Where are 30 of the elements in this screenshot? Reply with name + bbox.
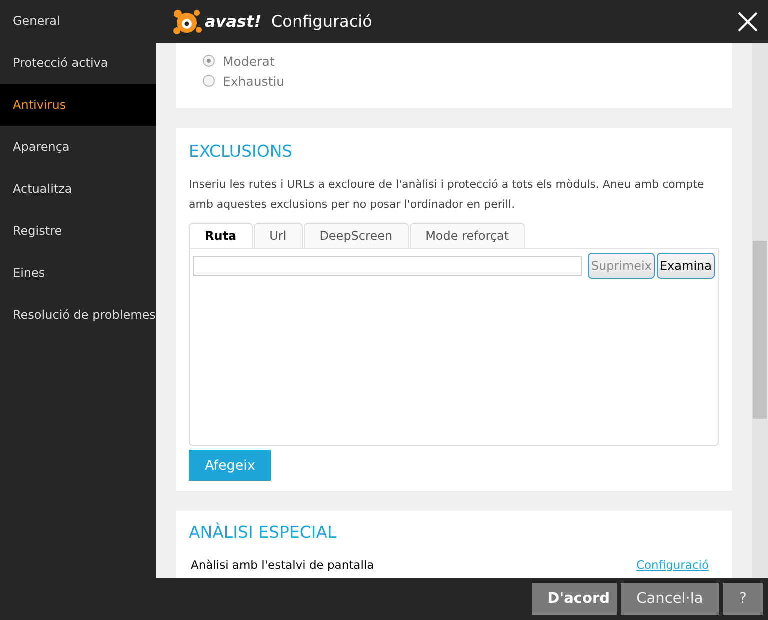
setting-label: Anàlisi amb l'estalvi de pantalla <box>191 558 374 572</box>
radio-button[interactable] <box>203 55 215 67</box>
description-text: Inseriu les rutes i URLs a excloure de l'anàlisi i protecció a tots els mòduls. Aneu amb compte amb aquestes exclusions per no posar l'ordinador en perill. <box>189 177 706 213</box>
scrollbar[interactable] <box>752 43 768 578</box>
logo-icon <box>173 8 203 34</box>
radio-button[interactable] <box>203 75 215 87</box>
section-heading: EXCLUSIONS <box>189 142 294 161</box>
sidebar-item[interactable]: General <box>0 0 156 42</box>
sidebar-item[interactable]: Eines <box>0 252 156 294</box>
radio-label: Exhaustiu <box>223 74 285 88</box>
sidebar-item[interactable]: Protecció activa <box>0 42 156 84</box>
section-heading: ANÀLISI ESPECIAL <box>189 523 338 542</box>
tab[interactable]: DeepScreen <box>304 223 409 248</box>
sidebar-item[interactable]: Registre <box>0 210 156 252</box>
row-button[interactable]: Examina <box>656 253 715 279</box>
radio-label: Moderat <box>223 54 275 68</box>
logo-text: avast! <box>205 12 262 31</box>
sidebar-item[interactable]: Actualitza <box>0 168 156 210</box>
window-title: Configuració <box>272 12 374 31</box>
sidebar-item[interactable]: Antivirus <box>0 84 156 126</box>
tab[interactable]: Mode reforçat <box>410 223 526 248</box>
tab[interactable]: Ruta <box>189 223 253 248</box>
footer-button[interactable]: ? <box>723 583 763 615</box>
tab[interactable]: Url <box>254 223 303 248</box>
sidebar-item[interactable]: Aparença <box>0 126 156 168</box>
path-field[interactable] <box>193 256 582 276</box>
close-icon[interactable] <box>738 12 758 32</box>
sidebar-item[interactable]: Resolució de problemes <box>0 294 156 336</box>
footer-button[interactable]: D'acord <box>532 583 617 615</box>
footer-button[interactable]: Cancel·la <box>620 583 720 615</box>
